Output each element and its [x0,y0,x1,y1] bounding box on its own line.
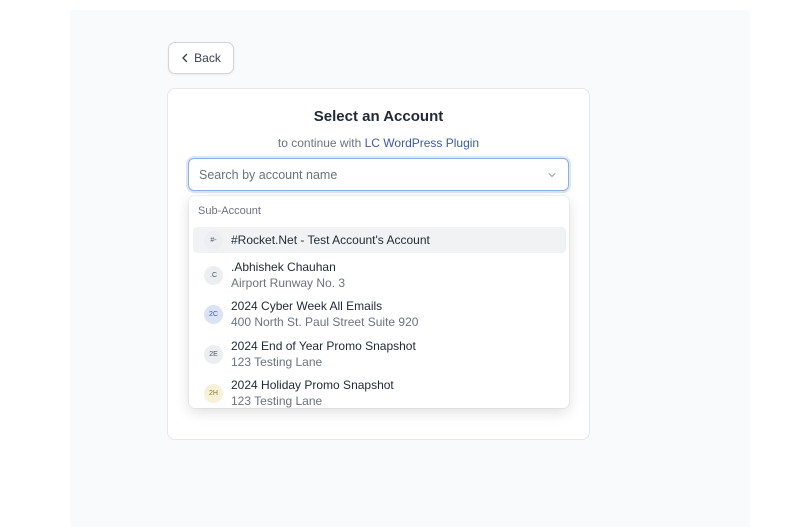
chevron-left-icon [182,53,188,63]
account-name: 2024 End of Year Promo Snapshot [231,339,416,353]
avatar: 2H [204,383,223,403]
account-address: Airport Runway No. 3 [231,276,346,290]
plugin-link[interactable]: LC WordPress Plugin [365,136,480,150]
account-option[interactable]: 2H 2024 Holiday Promo Snapshot 123 Testi… [193,375,566,408]
chevron-down-icon[interactable] [546,169,558,181]
account-option[interactable]: .C .Abhishek Chauhan Airport Runway No. … [193,257,566,293]
page-subtitle: to continue with LC WordPress Plugin [0,136,757,150]
account-name: #Rocket.Net - Test Account's Account [231,233,430,247]
account-name: .Abhishek Chauhan [231,260,336,274]
avatar: #- [204,230,223,250]
account-dropdown: Sub-Account #- #Rocket.Net - Test Accoun… [189,196,569,408]
back-button-label: Back [194,51,221,65]
avatar: 2C [204,304,223,324]
account-address: 123 Testing Lane [231,394,323,408]
account-option[interactable]: #- #Rocket.Net - Test Account's Account [193,227,566,253]
back-button[interactable]: Back [168,42,234,74]
account-address: 400 North St. Paul Street Suite 920 [231,315,419,329]
account-name: 2024 Cyber Week All Emails [231,299,383,313]
page-title: Select an Account [313,108,444,125]
subtitle-prefix: to continue with [277,136,365,150]
search-input[interactable] [199,167,546,182]
group-label: Sub-Account [198,205,261,217]
account-search[interactable] [188,158,569,191]
account-address: 123 Testing Lane [231,355,323,369]
avatar: .C [204,265,223,285]
avatar: 2E [204,344,223,364]
account-option[interactable]: 2C 2024 Cyber Week All Emails 400 North … [193,296,566,332]
account-name: 2024 Holiday Promo Snapshot [231,378,394,392]
account-option[interactable]: 2E 2024 End of Year Promo Snapshot 123 T… [193,336,566,372]
